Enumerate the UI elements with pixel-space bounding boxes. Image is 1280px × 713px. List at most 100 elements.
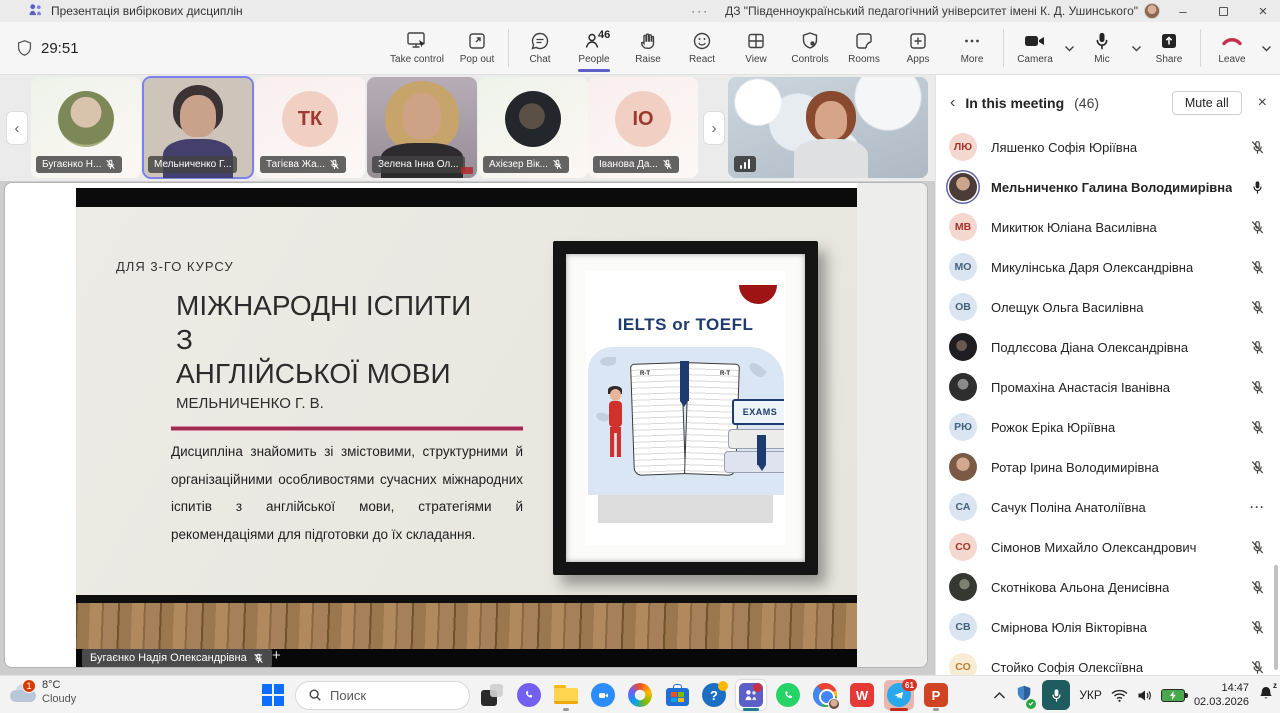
share-button[interactable]: Share [1142,22,1196,74]
react-button[interactable]: React [675,22,729,74]
initials-avatar: СВ [949,613,977,641]
row-more-button[interactable]: ··· [1250,500,1265,514]
teams-taskbar-button[interactable] [736,680,766,710]
telegram-button[interactable]: 61 [884,680,914,710]
view-button[interactable]: View [729,22,783,74]
tray-chevron-up-icon[interactable] [993,691,1006,700]
microsoft-store-button[interactable] [662,680,692,710]
participant-name: Сачук Поліна Анатоліївна [991,500,1146,515]
participant-row[interactable]: МО Микулінська Даря Олександрівна [936,247,1280,287]
mute-all-button[interactable]: Mute all [1172,91,1242,115]
user-avatar[interactable] [1144,3,1160,19]
mic-off-icon [1250,460,1265,475]
participant-row[interactable]: ЛЮ Ляшенко Софія Юріївна [936,127,1280,167]
zoom-out-button[interactable]: − [254,647,263,664]
poster-red-shape [739,285,777,304]
wps-office-button[interactable]: W [847,680,877,710]
chat-button[interactable]: Chat [513,22,567,74]
poster-frame: IELTS or TOEFL R-T [553,241,818,575]
zoom-in-button[interactable]: + [272,647,281,664]
apps-button[interactable]: Apps [891,22,945,74]
camera-button[interactable]: Camera [1008,31,1062,65]
windows-security-icon[interactable] [1015,684,1033,707]
controls-button[interactable]: Controls [783,22,837,74]
toolbar-divider [508,29,509,67]
participant-row[interactable]: РЮ Рожок Еріка Юріївна [936,407,1280,447]
mic-off-icon [1250,620,1265,635]
powerpoint-button[interactable]: P [921,680,951,710]
mic-off-icon [1250,260,1265,275]
task-view-button[interactable] [477,680,507,710]
start-button[interactable] [258,680,288,710]
viber-button[interactable] [514,680,544,710]
initials-avatar: СО [949,653,977,675]
file-explorer-button[interactable] [551,680,581,710]
poster: IELTS or TOEFL R-T [586,271,785,545]
initials-avatar: ІО [615,91,671,147]
video-strip: ‹ Бугаєнко Н... Мельниченко Г... ТК Тагі… [0,75,935,181]
participant-name: Смірнова Юлія Вікторівна [991,620,1147,635]
participant-row[interactable]: Подлєсова Діана Олександрівна [936,327,1280,367]
speaker-icon[interactable] [1137,689,1152,702]
restore-button[interactable] [1206,0,1240,22]
video-tile[interactable]: Зелена Інна Ол... [367,77,477,178]
search-input[interactable]: Поиск [295,681,470,710]
camera-chevron-icon[interactable] [1064,45,1075,52]
battery-icon[interactable] [1161,689,1185,702]
mic-chevron-icon[interactable] [1131,45,1142,52]
panel-back-button[interactable]: ‹ [950,94,955,112]
more-button[interactable]: More [945,22,999,74]
leave-chevron-icon[interactable] [1261,45,1272,52]
raise-button[interactable]: Raise [621,22,675,74]
camera-on-icon [1023,31,1047,51]
share-icon [1159,31,1179,51]
strip-next-button[interactable]: › [703,111,725,145]
zoom-app-button[interactable] [588,680,618,710]
whatsapp-button[interactable] [773,680,803,710]
mic-in-use-indicator[interactable] [1042,680,1070,710]
chrome-button[interactable] [810,680,840,710]
video-tile-speaking[interactable]: Мельниченко Г... [143,77,253,178]
pop-out-button[interactable]: Pop out [450,22,504,74]
participant-row[interactable]: СО Стойко Софія Олексіївна [936,647,1280,675]
titlebar-more-button[interactable]: ··· [691,4,709,18]
wifi-icon[interactable] [1111,689,1128,702]
tile-name: Зелена Інна Ол... [378,159,459,170]
participant-row[interactable]: СО Сімонов Михайло Олександрович [936,527,1280,567]
poster-illustration: R-T R-T EXAM [588,347,784,495]
take-control-button[interactable]: Take control [384,22,450,74]
video-tile[interactable]: ТК Тагієва Жа... [255,77,365,178]
close-button[interactable]: × [1246,0,1280,22]
panel-scrollbar[interactable] [1274,565,1278,670]
copilot-button[interactable] [625,680,655,710]
participant-row[interactable]: Промахіна Анастасія Іванівна [936,367,1280,407]
mic-button[interactable]: Mic [1075,31,1129,65]
language-indicator[interactable]: УКР [1079,688,1102,702]
rooms-button[interactable]: Rooms [837,22,891,74]
participant-row[interactable]: СВ Смірнова Юлія Вікторівна [936,607,1280,647]
minimize-button[interactable]: – [1166,0,1200,22]
participant-row[interactable]: Скотнікова Альона Денисівна [936,567,1280,607]
video-tile[interactable]: Ахієзер Вік... [478,77,588,178]
participant-row[interactable]: Ротар Ірина Володимирівна [936,447,1280,487]
notification-bell-icon[interactable]: z [1258,685,1274,706]
strip-prev-button[interactable]: ‹ [6,111,28,145]
slide-author: МЕЛЬНИЧЕНКО Г. В. [176,395,324,412]
participant-row[interactable]: Мельниченко Галина Володимирівна [936,167,1280,207]
panel-close-button[interactable]: × [1258,94,1267,112]
get-help-button[interactable]: ? [699,680,729,710]
weather-widget[interactable]: 1 8°C Cloudy [10,679,76,707]
mic-off-icon [329,159,340,170]
video-tile[interactable]: Бугаєнко Н... [31,77,141,178]
leave-button[interactable]: Leave [1205,31,1259,65]
participant-row[interactable]: МВ Микитюк Юліана Василівна [936,207,1280,247]
video-tile[interactable]: ІО Іванова Да... [588,77,698,178]
spotlight-video-tile[interactable] [728,77,928,178]
participant-row[interactable]: ОВ Олещук Ольга Василівна [936,287,1280,327]
participant-row[interactable]: СА Сачук Поліна Анатоліївна ··· [936,487,1280,527]
clock[interactable]: 14:47 02.03.2026 [1194,681,1249,710]
poster-title: IELTS or TOEFL [586,315,785,335]
people-button[interactable]: 46 People [567,22,621,74]
more-dots-icon [962,31,982,51]
shared-screen[interactable]: ДЛЯ 3-ГО КУРСУ МІЖНАРОДНІ ІСПИТИ З АНГЛІ… [4,182,928,668]
